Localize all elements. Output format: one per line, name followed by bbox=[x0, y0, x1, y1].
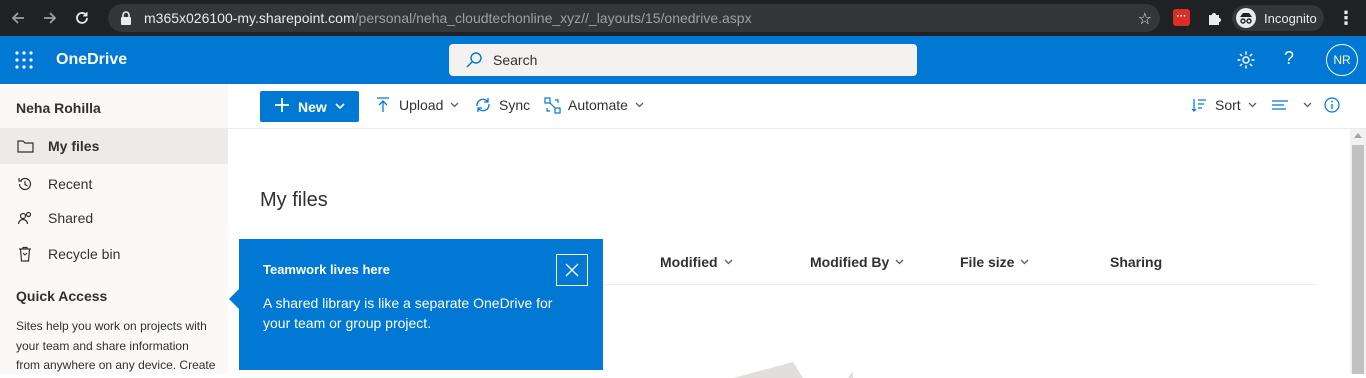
user-name: Neha Rohilla bbox=[16, 100, 101, 116]
header-divider bbox=[588, 284, 1317, 285]
chevron-down-icon bbox=[895, 257, 904, 268]
settings-gear-icon[interactable] bbox=[1236, 50, 1256, 70]
vertical-scrollbar[interactable] bbox=[1350, 129, 1366, 374]
column-header-label: Sharing bbox=[1110, 254, 1163, 270]
incognito-label: Incognito bbox=[1264, 10, 1317, 26]
sort-button[interactable]: Sort bbox=[1190, 96, 1257, 114]
automate-flow-icon bbox=[543, 96, 561, 114]
command-bar: New Upload Sync Automate Sort bbox=[228, 84, 1366, 129]
view-options-button[interactable] bbox=[1271, 96, 1312, 114]
list-view-icon bbox=[1271, 96, 1289, 114]
nav-item-label: My files bbox=[48, 138, 100, 154]
sort-icon bbox=[1190, 96, 1208, 114]
automate-button[interactable]: Automate bbox=[543, 96, 644, 114]
column-header-modified[interactable]: Modified bbox=[660, 254, 733, 270]
new-button-label: New bbox=[298, 98, 327, 115]
column-header-label: File size bbox=[960, 254, 1015, 270]
avatar[interactable]: NR bbox=[1326, 44, 1358, 76]
nav-item-label: Shared bbox=[48, 210, 94, 226]
forward-icon[interactable] bbox=[36, 4, 64, 32]
callout-title: Teamwork lives here bbox=[263, 262, 390, 277]
suite-header: OneDrive Search ? NR bbox=[0, 36, 1366, 84]
chevron-down-icon bbox=[635, 100, 644, 111]
nav-item-recent[interactable]: Recent bbox=[0, 166, 228, 202]
nav-item-recycle-bin[interactable]: Recycle bin bbox=[0, 236, 228, 272]
extensions-puzzle-icon[interactable] bbox=[1206, 9, 1224, 27]
search-placeholder: Search bbox=[493, 52, 538, 68]
upload-button[interactable]: Upload bbox=[374, 96, 459, 114]
quick-access-title: Quick Access bbox=[16, 288, 108, 304]
history-icon bbox=[16, 175, 34, 193]
chevron-down-icon bbox=[450, 100, 459, 111]
app-brand[interactable]: OneDrive bbox=[56, 51, 127, 69]
page-title: My files bbox=[260, 189, 328, 211]
left-navigation: Neha Rohilla My files Recent Shared Recy… bbox=[0, 84, 228, 374]
recycle-bin-icon bbox=[16, 245, 34, 263]
column-header-label: Modified By bbox=[810, 254, 890, 270]
close-icon bbox=[565, 263, 579, 277]
back-icon[interactable] bbox=[4, 4, 32, 32]
upload-icon bbox=[374, 96, 392, 114]
sync-button[interactable]: Sync bbox=[474, 96, 530, 114]
details-pane-button[interactable] bbox=[1323, 96, 1348, 114]
nav-item-label: Recycle bin bbox=[48, 246, 121, 262]
column-header-modified-by[interactable]: Modified By bbox=[810, 254, 904, 270]
column-header-label: Modified bbox=[660, 254, 718, 270]
app-launcher-icon[interactable] bbox=[14, 50, 34, 70]
profile-incognito-button[interactable]: Incognito bbox=[1232, 5, 1324, 31]
search-icon bbox=[465, 51, 483, 69]
upload-label: Upload bbox=[399, 97, 444, 113]
incognito-icon bbox=[1236, 8, 1256, 28]
chevron-down-icon bbox=[1248, 100, 1257, 111]
plus-icon bbox=[274, 97, 290, 117]
reload-icon[interactable] bbox=[68, 4, 96, 32]
teaching-callout: Teamwork lives here A shared library is … bbox=[239, 239, 603, 370]
chevron-down-icon bbox=[335, 101, 345, 112]
bookmark-star-icon[interactable]: ☆ bbox=[1138, 9, 1152, 29]
sync-label: Sync bbox=[499, 97, 531, 113]
quick-access-description: Sites help you work on projects with you… bbox=[16, 319, 216, 372]
callout-body: A shared library is like a separate OneD… bbox=[263, 295, 553, 331]
help-icon[interactable]: ? bbox=[1284, 48, 1294, 69]
close-button[interactable] bbox=[556, 254, 588, 286]
lock-icon bbox=[120, 10, 134, 26]
callout-beak bbox=[229, 289, 239, 309]
url-text: m365x026100-my.sharepoint.com/personal/n… bbox=[144, 10, 752, 26]
browser-menu-icon[interactable]: ⋮ bbox=[1337, 8, 1355, 28]
nav-item-shared[interactable]: Shared bbox=[0, 200, 228, 236]
scroll-up-arrow-icon[interactable] bbox=[1354, 133, 1362, 138]
chevron-down-icon bbox=[1303, 100, 1312, 111]
automate-label: Automate bbox=[568, 97, 628, 113]
chevron-down-icon bbox=[1020, 257, 1029, 268]
column-header-file-size[interactable]: File size bbox=[960, 254, 1029, 270]
info-icon bbox=[1323, 96, 1341, 114]
browser-toolbar: m365x026100-my.sharepoint.com/personal/n… bbox=[0, 0, 1366, 36]
chevron-down-icon bbox=[724, 257, 733, 268]
empty-folder-illustration bbox=[733, 362, 853, 378]
column-header-sharing[interactable]: Sharing bbox=[1110, 254, 1162, 270]
new-button[interactable]: New bbox=[260, 91, 359, 122]
scroll-thumb[interactable] bbox=[1352, 145, 1364, 374]
sync-icon bbox=[474, 96, 492, 114]
people-icon bbox=[16, 209, 34, 227]
nav-item-label: Recent bbox=[48, 176, 93, 192]
extension-icon[interactable]: ··· bbox=[1173, 9, 1190, 26]
search-box[interactable]: Search bbox=[449, 44, 917, 76]
folder-icon bbox=[16, 137, 34, 155]
address-bar[interactable]: m365x026100-my.sharepoint.com/personal/n… bbox=[108, 4, 1160, 32]
nav-item-my-files[interactable]: My files bbox=[0, 128, 228, 164]
sort-label: Sort bbox=[1215, 97, 1241, 113]
